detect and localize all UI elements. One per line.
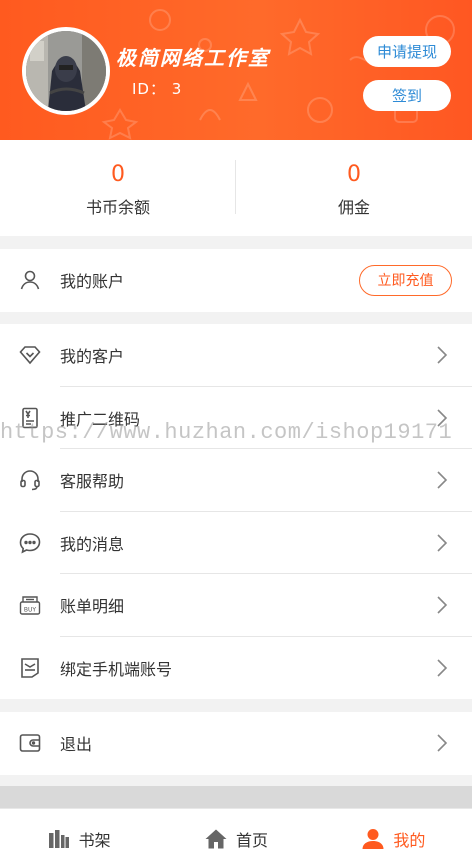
user-outline-icon	[18, 268, 42, 292]
signin-button[interactable]: 签到	[363, 80, 451, 111]
stat-book-coins[interactable]: 0 书币余额	[0, 140, 236, 236]
logout-section: 退出	[0, 712, 472, 775]
menu-item-my-customers[interactable]: 我的客户	[0, 324, 472, 387]
chevron-right-icon	[437, 471, 448, 489]
headset-icon	[18, 468, 42, 492]
stat-value: 0	[111, 162, 125, 187]
menu-item-my-account[interactable]: 我的账户 立即充值	[0, 249, 472, 312]
menu-item-my-messages[interactable]: 我的消息	[0, 512, 472, 574]
bookshelf-icon	[48, 829, 69, 848]
chat-bubble-icon	[18, 531, 42, 555]
menu-item-label: 客服帮助	[60, 472, 125, 492]
stats-divider	[235, 160, 236, 214]
stat-label: 书币余额	[85, 198, 150, 217]
chevron-right-icon	[437, 596, 448, 614]
tab-label: 书架	[78, 830, 111, 850]
chevron-right-icon	[437, 659, 448, 677]
withdraw-button[interactable]: 申请提现	[363, 36, 451, 67]
menu-section: 我的客户 推广二维码 客服帮助 我的消息 BUY 账单明细 绑定手机端账号	[0, 324, 472, 699]
nickname: 极简网络工作室	[116, 46, 270, 70]
wallet-icon	[18, 731, 42, 755]
account-section: 我的账户 立即充值	[0, 249, 472, 312]
svg-text:BUY: BUY	[24, 607, 37, 614]
chevron-right-icon	[437, 346, 448, 364]
avatar-image	[26, 31, 106, 111]
user-icon	[362, 828, 384, 849]
recharge-button[interactable]: 立即充值	[359, 264, 452, 296]
home-icon	[205, 829, 227, 848]
menu-item-label: 推广二维码	[60, 409, 141, 429]
menu-item-label: 账单明细	[60, 597, 125, 617]
qrcode-icon	[18, 406, 42, 430]
diamond-icon	[18, 343, 42, 367]
profile-header: 极简网络工作室 ID： 3 申请提现 签到	[0, 0, 472, 140]
balance-stats: 0 书币余额 0 佣金	[0, 140, 472, 236]
bill-icon: BUY	[18, 593, 42, 617]
bottom-spacer	[0, 786, 472, 808]
tab-bookshelf[interactable]: 书架	[0, 809, 157, 868]
chevron-right-icon	[437, 409, 448, 427]
tab-label: 我的	[393, 830, 426, 850]
avatar[interactable]	[22, 27, 110, 115]
menu-item-bill-details[interactable]: BUY 账单明细	[0, 574, 472, 637]
menu-item-label: 我的消息	[60, 534, 125, 554]
tab-home[interactable]: 首页	[157, 809, 314, 868]
bottom-tabbar: 书架 首页 我的	[0, 808, 472, 868]
profile-page: 极简网络工作室 ID： 3 申请提现 签到 0 书币余额 0 佣金 我的账户 立…	[0, 0, 472, 868]
menu-item-logout[interactable]: 退出	[0, 712, 472, 775]
menu-item-bind-phone[interactable]: 绑定手机端账号	[0, 637, 472, 700]
menu-item-label: 我的账户	[60, 272, 125, 292]
tab-label: 首页	[235, 830, 268, 850]
stat-value: 0	[347, 162, 361, 187]
menu-item-customer-service[interactable]: 客服帮助	[0, 449, 472, 512]
tab-mine[interactable]: 我的	[315, 809, 472, 868]
user-id: ID： 3	[132, 80, 183, 98]
menu-item-label: 退出	[60, 735, 93, 755]
menu-item-qrcode[interactable]: 推广二维码	[0, 387, 472, 449]
stat-label: 佣金	[337, 198, 370, 217]
bind-phone-icon	[18, 656, 42, 680]
stat-commission[interactable]: 0 佣金	[236, 140, 472, 236]
chevron-right-icon	[437, 534, 448, 552]
chevron-right-icon	[437, 734, 448, 752]
menu-item-label: 我的客户	[60, 347, 125, 367]
menu-item-label: 绑定手机端账号	[60, 659, 173, 679]
